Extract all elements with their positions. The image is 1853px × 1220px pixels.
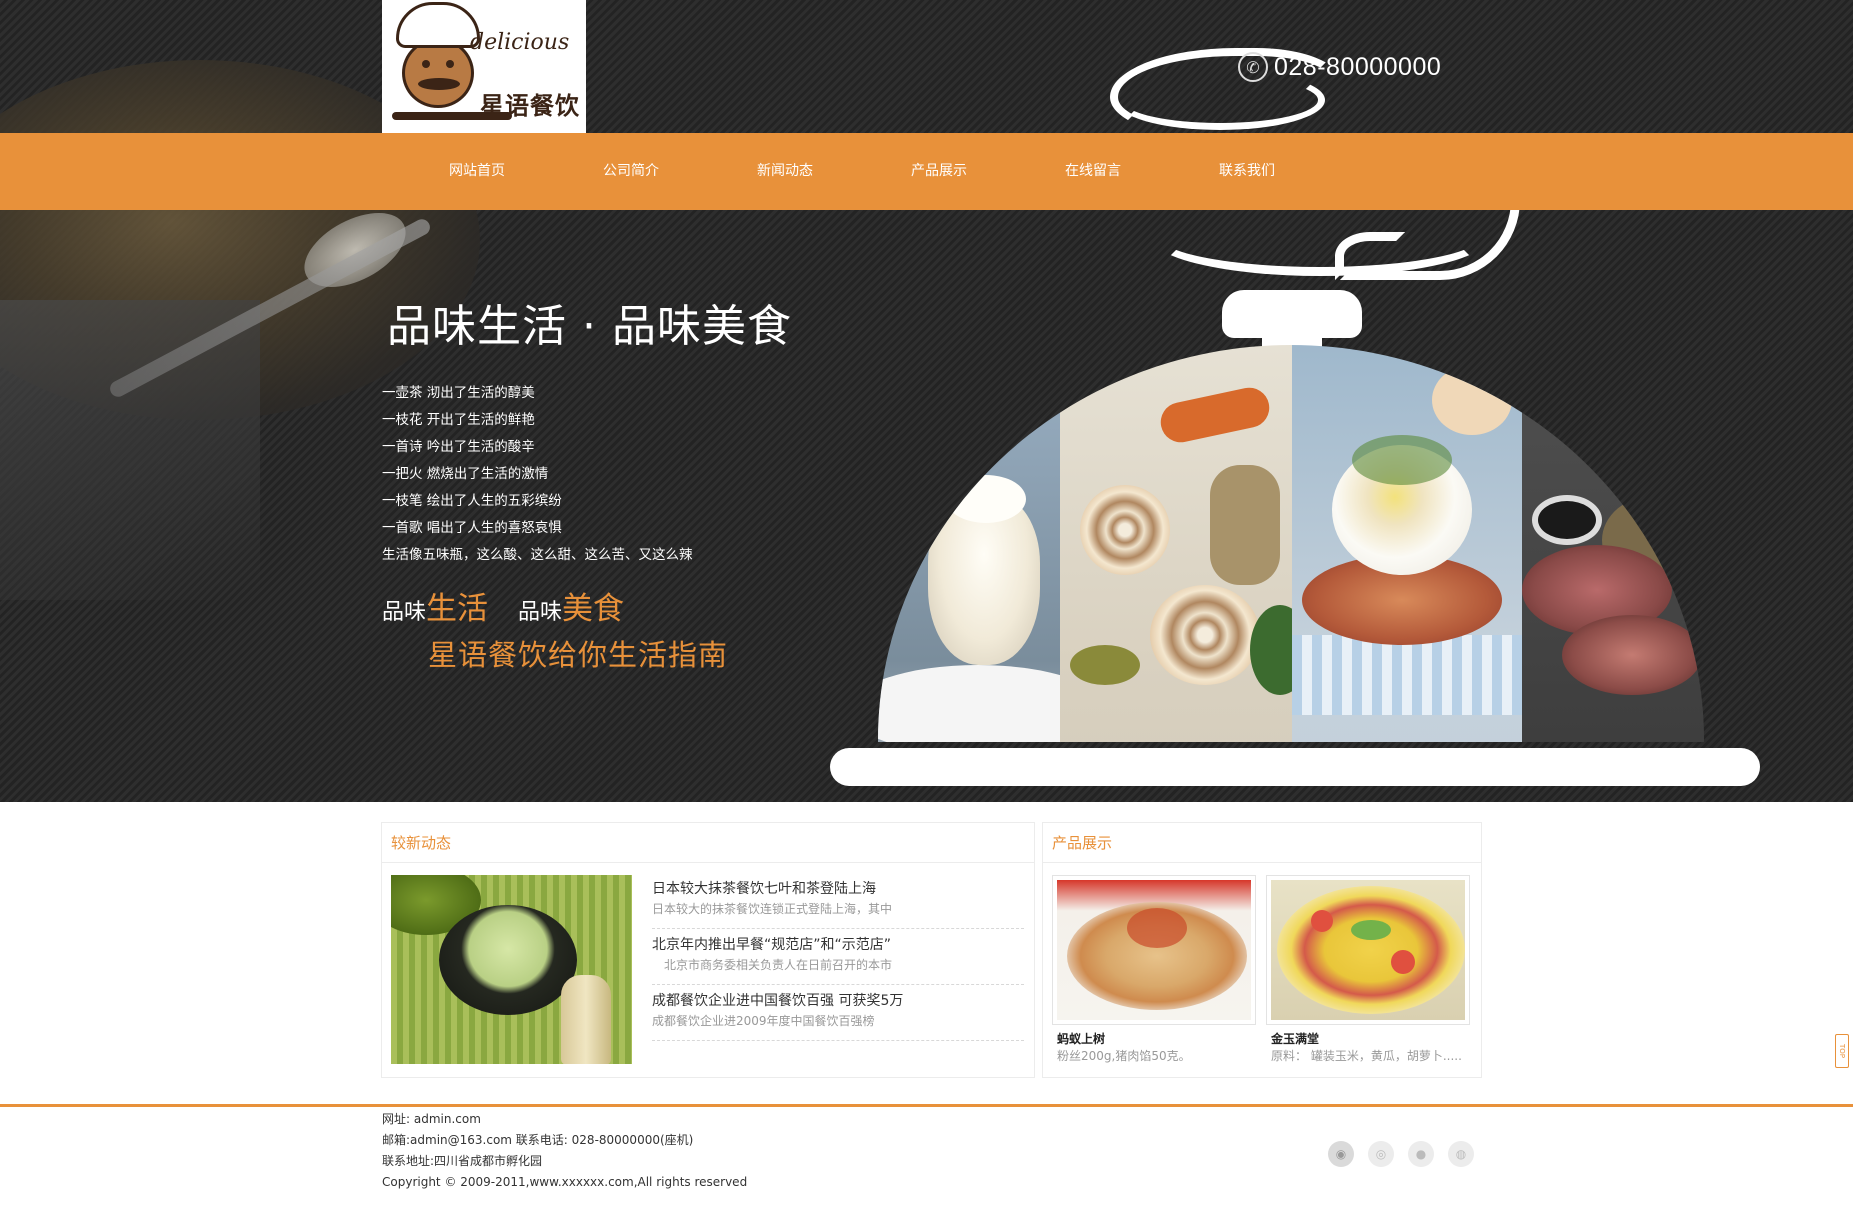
news-title[interactable]: 成都餐饮企业进中国餐饮百强 可获奖5万 [652, 991, 1024, 1011]
news-section: 较新动态 日本较大抹茶餐饮七叶和茶登陆上海 日本较大的抹茶餐饮连锁正式登陆上海，… [381, 822, 1035, 1078]
dessert-panel-image [878, 345, 1108, 742]
poem-line: 一首诗 吟出了生活的酸辛 [382, 439, 535, 455]
matcha-cup [439, 905, 577, 1015]
nav-item-products[interactable]: 产品展示 [862, 133, 1016, 210]
nav-item-guestbook[interactable]: 在线留言 [1016, 133, 1170, 210]
back-to-top-button[interactable]: TOP [1835, 1034, 1849, 1068]
footer-info: 网址: admin.com 邮箱:admin@163.com 联系电话: 028… [382, 1109, 747, 1193]
matcha-whisk [561, 975, 611, 1064]
news-item[interactable]: 成都餐饮企业进中国餐饮百强 可获奖5万 成都餐饮企业进2009年度中国餐饮百强榜 [652, 985, 1024, 1041]
product-name[interactable]: 金玉满堂 [1266, 1031, 1470, 1047]
steam-decoration [1335, 232, 1405, 280]
products-section: 产品展示 蚂蚁上树 粉丝200g,猪肉馅50克。 金玉满堂 原料： 罐装玉米，黄… [1042, 822, 1482, 1078]
nav-item-about[interactable]: 公司简介 [554, 133, 708, 210]
poem-line: 生活像五味瓶，这么酸、这么甜、这么苦、又这么辣 [382, 547, 693, 563]
nav-item-home[interactable]: 网站首页 [400, 133, 554, 210]
chef-mustache [418, 78, 460, 90]
footer-copyright: Copyright © 2009-2011,www.xxxxxx.com,All… [382, 1175, 748, 1189]
hero-tagline: 星语餐饮给你生活指南 [428, 638, 729, 672]
egg-benedict-panel-image [1292, 345, 1522, 742]
product-desc: 粉丝200g,猪肉馅50克。 [1057, 1049, 1191, 1063]
news-summary: 成都餐饮企业进2009年度中国餐饮百强榜 [652, 1014, 875, 1028]
product-card[interactable]: 蚂蚁上树 粉丝200g,猪肉馅50克。 [1052, 875, 1256, 1065]
logo-chinese-text: 星语餐饮 [480, 92, 580, 120]
hero-slogan: 品味生活 品味美食 [382, 583, 624, 628]
news-list: 日本较大抹茶餐饮七叶和茶登陆上海 日本较大的抹茶餐饮连锁正式登陆上海，其中 北京… [652, 873, 1024, 1041]
hero-napkin-image [0, 300, 260, 600]
hero-poem: 一壶茶 沏出了生活的醇美 一枝花 开出了生活的鲜艳 一首诗 吟出了生活的酸辛 一… [382, 380, 693, 569]
slogan-highlight: 美食 [562, 591, 625, 627]
phone-icon: ✆ [1238, 52, 1268, 82]
hero-title: 品味生活 · 品味美食 [387, 301, 792, 352]
location-icon[interactable]: ◉ [1328, 1141, 1354, 1167]
footer-site: 网址: admin.com [382, 1112, 481, 1126]
meat-roll-panel-image [1060, 345, 1310, 742]
weibo-icon[interactable]: ◎ [1368, 1141, 1394, 1167]
chef-eye [422, 60, 430, 68]
slogan-highlight: 生活 [426, 591, 489, 627]
slogan-prefix: 品味 [518, 600, 563, 625]
footer-address: 联系地址:四川省成都市孵化园 [382, 1154, 543, 1168]
nav-item-news[interactable]: 新闻动态 [708, 133, 862, 210]
duck-panel-image [1522, 345, 1704, 742]
cloche-food-collage [878, 345, 1704, 742]
phone-number: 028-80000000 [1274, 52, 1442, 81]
chef-eye [446, 60, 454, 68]
cloche-knob [1222, 290, 1362, 338]
product-name[interactable]: 蚂蚁上树 [1052, 1031, 1256, 1047]
poem-line: 一首歌 唱出了人生的喜怒哀惧 [382, 520, 562, 536]
slogan-prefix: 品味 [382, 600, 427, 625]
news-summary: 日本较大的抹茶餐饮连锁正式登陆上海，其中 [652, 902, 893, 916]
wechat-icon[interactable]: ● [1408, 1141, 1434, 1167]
product-card[interactable]: 金玉满堂 原料： 罐装玉米，黄瓜，胡萝卜..... [1266, 875, 1470, 1065]
poem-line: 一枝花 开出了生活的鲜艳 [382, 412, 535, 428]
news-title[interactable]: 北京年内推出早餐“规范店”和“示范店” [652, 935, 1024, 955]
product-desc: 原料： 罐装玉米，黄瓜，胡萝卜..... [1271, 1049, 1462, 1063]
news-title[interactable]: 日本较大抹茶餐饮七叶和茶登陆上海 [652, 879, 1024, 899]
cloche-base-plate [830, 748, 1760, 786]
hero-banner: 品味生活 · 品味美食 一壶茶 沏出了生活的醇美 一枝花 开出了生活的鲜艳 一首… [0, 0, 1853, 802]
logo-english-text: delicious [470, 30, 570, 55]
news-thumbnail-matcha[interactable] [391, 875, 632, 1064]
chef-logo-icon [402, 38, 474, 108]
news-summary: 北京市商务委相关负责人在日前召开的本市 [664, 958, 893, 972]
header-phone: ✆ 028-80000000 [1238, 50, 1441, 84]
chef-hat-icon [396, 2, 480, 48]
footer-contact: 邮箱:admin@163.com 联系电话: 028-80000000(座机) [382, 1133, 694, 1147]
footer-social-icons: ◉ ◎ ● ◍ [1328, 1141, 1474, 1167]
poem-line: 一枝笔 绘出了人生的五彩缤纷 [382, 493, 562, 509]
qq-icon[interactable]: ◍ [1448, 1141, 1474, 1167]
main-nav: 网站首页 公司简介 新闻动态 产品展示 在线留言 联系我们 [0, 133, 1853, 210]
news-item[interactable]: 北京年内推出早餐“规范店”和“示范店” 北京市商务委相关负责人在日前召开的本市 [652, 929, 1024, 985]
nav-item-contact[interactable]: 联系我们 [1170, 133, 1324, 210]
news-heading: 较新动态 [382, 823, 1034, 863]
site-logo[interactable]: delicious 星语餐饮 [382, 0, 586, 133]
product-image[interactable] [1266, 875, 1470, 1025]
poem-line: 一把火 燃烧出了生活的激情 [382, 466, 549, 482]
products-heading: 产品展示 [1043, 823, 1481, 863]
poem-line: 一壶茶 沏出了生活的醇美 [382, 385, 535, 401]
product-image[interactable] [1052, 875, 1256, 1025]
footer-divider [0, 1104, 1853, 1107]
news-item[interactable]: 日本较大抹茶餐饮七叶和茶登陆上海 日本较大的抹茶餐饮连锁正式登陆上海，其中 [652, 873, 1024, 929]
